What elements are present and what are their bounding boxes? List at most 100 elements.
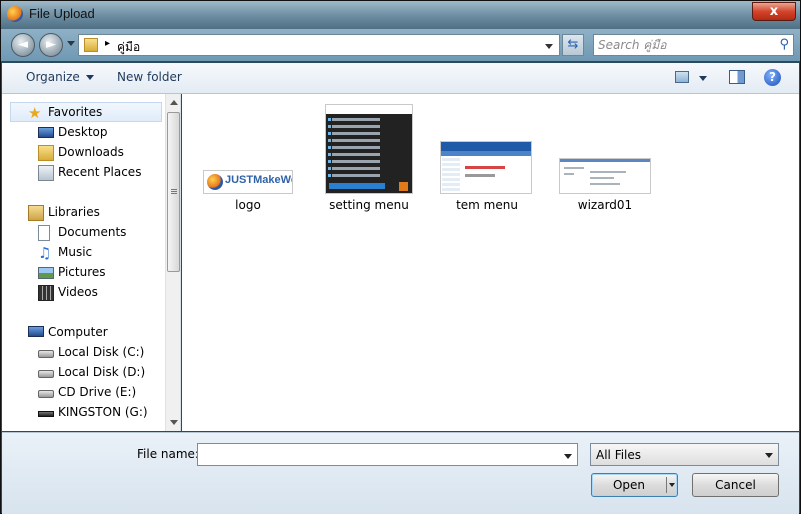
search-icon[interactable]: ⚲ bbox=[779, 37, 789, 52]
file-name-dropdown-icon[interactable] bbox=[564, 454, 572, 459]
split-divider bbox=[666, 477, 667, 493]
close-button[interactable]: x bbox=[752, 2, 796, 21]
cancel-button[interactable]: Cancel bbox=[692, 473, 779, 497]
sidebar-item-label: Documents bbox=[58, 225, 127, 239]
navigation-pane: ★ Favorites Desktop Downloads Recent Pla… bbox=[2, 94, 181, 431]
sidebar-item-cd-drive-e[interactable]: CD Drive (E:) bbox=[2, 383, 165, 403]
sidebar-item-videos[interactable]: Videos bbox=[2, 283, 165, 303]
recent-locations-dropdown-icon[interactable] bbox=[67, 41, 75, 46]
file-name-label: File name: bbox=[137, 447, 199, 461]
navigation-pane-scrollbar[interactable] bbox=[165, 94, 180, 431]
sidebar-item-downloads[interactable]: Downloads bbox=[2, 143, 165, 163]
sidebar-item-local-disk-c[interactable]: Local Disk (C:) bbox=[2, 343, 165, 363]
open-button[interactable]: Open bbox=[591, 473, 678, 497]
thumbnail-row bbox=[328, 139, 380, 142]
sidebar-item-label: Recent Places bbox=[58, 165, 142, 179]
desktop-icon bbox=[38, 127, 54, 138]
sidebar-item-pictures[interactable]: Pictures bbox=[2, 263, 165, 283]
sidebar-item-kingston-g[interactable]: KINGSTON (G:) bbox=[2, 403, 165, 423]
folder-icon bbox=[84, 38, 98, 52]
forward-button[interactable]: ► bbox=[39, 33, 63, 57]
thumbnail-row bbox=[328, 146, 380, 149]
computer-icon bbox=[28, 326, 44, 337]
grip-icon bbox=[171, 189, 177, 195]
file-thumbnail[interactable] bbox=[325, 104, 413, 194]
logo-orb-icon bbox=[207, 174, 223, 190]
thumbnail-selected-row bbox=[329, 183, 385, 189]
music-icon: ♫ bbox=[38, 244, 52, 262]
address-dropdown-icon[interactable] bbox=[545, 44, 553, 49]
scroll-up-icon[interactable] bbox=[170, 100, 178, 105]
preview-pane-icon[interactable] bbox=[729, 70, 745, 84]
file-upload-dialog: File Upload x ◄ ► ▸ คู่มือ ⇆ ⚲ Organize … bbox=[0, 0, 801, 514]
sidebar-item-label: Music bbox=[58, 245, 93, 259]
thumbnail-header bbox=[326, 105, 412, 114]
sidebar-item-label: Downloads bbox=[58, 145, 124, 159]
sidebar-item-label: Videos bbox=[58, 285, 98, 299]
title-bar: File Upload x bbox=[1, 1, 800, 29]
address-bar[interactable]: ▸ คู่มือ bbox=[78, 34, 560, 56]
open-options-dropdown-icon[interactable] bbox=[669, 483, 675, 487]
sidebar-item-label: Computer bbox=[48, 325, 108, 339]
breadcrumb-current-folder[interactable]: คู่มือ bbox=[117, 38, 140, 57]
star-icon: ★ bbox=[28, 104, 42, 122]
sidebar-item-label: CD Drive (E:) bbox=[58, 385, 137, 399]
videos-icon bbox=[38, 285, 54, 301]
thumbnail-line bbox=[590, 171, 626, 173]
thumbnail-row bbox=[328, 153, 380, 156]
file-name[interactable]: logo bbox=[193, 198, 303, 212]
sidebar-item-libraries[interactable]: Libraries bbox=[2, 203, 165, 223]
sidebar-item-label: KINGSTON (G:) bbox=[58, 405, 148, 419]
thumbnail-line bbox=[465, 174, 495, 177]
refresh-button[interactable]: ⇆ bbox=[562, 34, 584, 56]
dialog-footer: File name: All Files Open Cancel bbox=[2, 432, 799, 514]
file-name[interactable]: wizard01 bbox=[550, 198, 660, 212]
file-name[interactable]: tem menu bbox=[432, 198, 542, 212]
organize-button[interactable]: Organize bbox=[26, 70, 94, 84]
sidebar-item-label: Local Disk (C:) bbox=[58, 345, 145, 359]
search-input[interactable] bbox=[598, 37, 768, 53]
thumbnail-row bbox=[328, 125, 380, 128]
file-thumbnail[interactable]: JUSTMakeWeb bbox=[203, 170, 293, 194]
sidebar-item-computer[interactable]: Computer bbox=[2, 323, 165, 343]
sidebar-item-music[interactable]: ♫ Music bbox=[2, 243, 165, 263]
breadcrumb-separator-icon[interactable]: ▸ bbox=[105, 38, 110, 49]
file-name[interactable]: setting menu bbox=[314, 198, 424, 212]
recent-places-icon bbox=[38, 165, 54, 181]
file-thumbnail[interactable] bbox=[440, 141, 532, 194]
open-button-label: Open bbox=[612, 478, 646, 492]
sidebar-item-label: Pictures bbox=[58, 265, 106, 279]
cd-drive-icon bbox=[38, 390, 54, 398]
search-box[interactable]: ⚲ bbox=[593, 34, 794, 56]
new-folder-button[interactable]: New folder bbox=[117, 70, 182, 84]
thumbnail-menubar bbox=[441, 151, 531, 156]
thumbnail-badge bbox=[399, 182, 408, 191]
usb-drive-icon bbox=[38, 411, 54, 417]
back-button[interactable]: ◄ bbox=[11, 33, 35, 57]
sidebar-item-favorites[interactable]: ★ Favorites bbox=[10, 102, 162, 122]
hard-disk-icon bbox=[38, 350, 54, 358]
sidebar-item-desktop[interactable]: Desktop bbox=[2, 123, 165, 143]
firefox-icon bbox=[7, 6, 23, 22]
hard-disk-icon bbox=[38, 370, 54, 378]
thumbnail-header bbox=[441, 142, 531, 151]
sidebar-item-label: Favorites bbox=[48, 105, 103, 119]
sidebar-item-local-disk-d[interactable]: Local Disk (D:) bbox=[2, 363, 165, 383]
libraries-icon bbox=[28, 205, 44, 221]
file-thumbnail[interactable] bbox=[559, 158, 651, 194]
sidebar-item-label: Local Disk (D:) bbox=[58, 365, 146, 379]
thumbnail-line bbox=[465, 166, 505, 169]
file-type-select[interactable]: All Files bbox=[590, 443, 779, 466]
pictures-icon bbox=[38, 267, 54, 279]
sidebar-item-recent-places[interactable]: Recent Places bbox=[2, 163, 165, 183]
thumbnail-line bbox=[590, 183, 620, 185]
file-name-input[interactable] bbox=[197, 443, 578, 466]
change-view-icon[interactable] bbox=[675, 71, 689, 83]
scroll-down-icon[interactable] bbox=[170, 420, 178, 425]
thumbnail-header bbox=[560, 159, 650, 162]
sidebar-item-documents[interactable]: Documents bbox=[2, 223, 165, 243]
help-icon[interactable]: ? bbox=[764, 69, 781, 86]
view-options-dropdown-icon[interactable] bbox=[699, 76, 707, 81]
scrollbar-thumb[interactable] bbox=[167, 112, 180, 272]
thumbnail-text: JUSTMakeWeb bbox=[225, 174, 292, 186]
